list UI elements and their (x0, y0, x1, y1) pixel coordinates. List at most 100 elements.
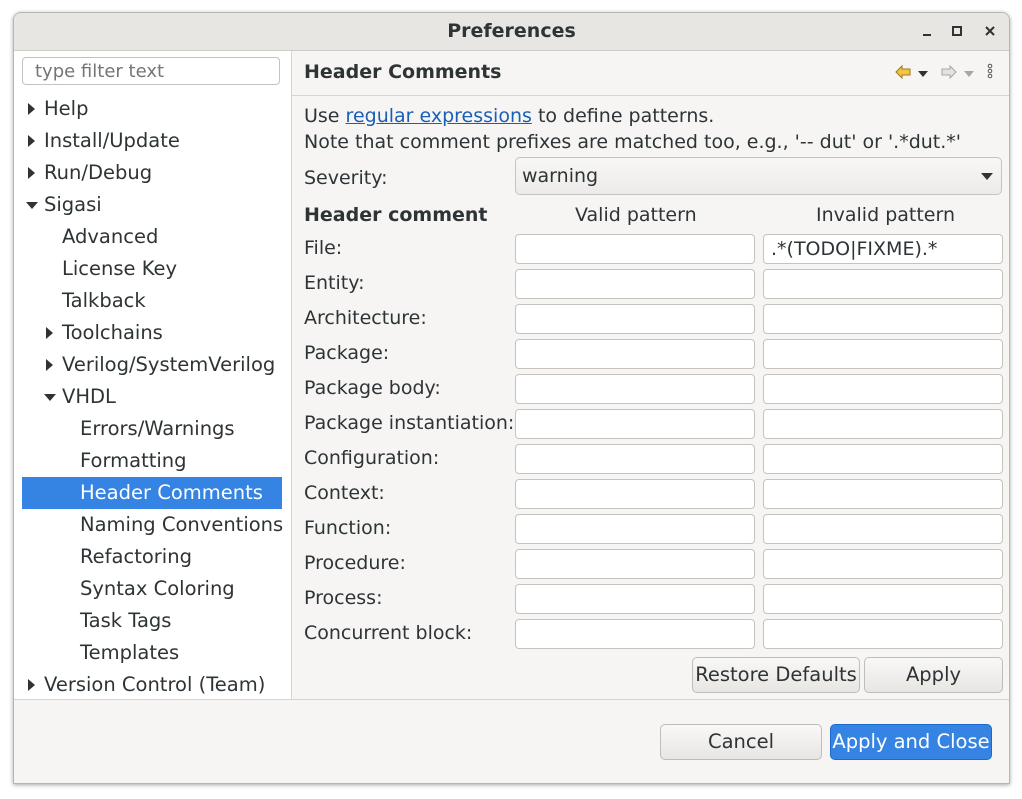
valid-pattern-input[interactable] (515, 549, 755, 579)
invalid-pattern-input[interactable] (763, 409, 1003, 439)
tree-item-version-control-team-[interactable]: Version Control (Team) (22, 669, 282, 701)
note-text: Note that comment prefixes are matched t… (304, 131, 962, 153)
footer-divider (14, 699, 1009, 700)
severity-select[interactable]: warning (515, 157, 1002, 195)
tree-item-label: Naming Conventions (80, 513, 284, 536)
row-label: Package instantiation: (304, 412, 515, 434)
valid-pattern-input[interactable] (515, 619, 755, 649)
tree-item-install-update[interactable]: Install/Update (22, 125, 282, 157)
tree-item-label: Formatting (80, 449, 187, 472)
close-icon[interactable] (978, 19, 1002, 43)
tree-item-refactoring[interactable]: Refactoring (22, 541, 282, 573)
invalid-pattern-input[interactable] (763, 374, 1003, 404)
row-label: Process: (304, 587, 383, 609)
tree-item-naming-conventions[interactable]: Naming Conventions (22, 509, 284, 541)
view-menu-icon[interactable] (987, 63, 993, 84)
tree-item-verilog-systemverilog[interactable]: Verilog/SystemVerilog (22, 349, 282, 381)
forward-arrow-icon[interactable] (941, 64, 957, 84)
tree-item-advanced[interactable]: Advanced (22, 221, 282, 253)
tree-item-formatting[interactable]: Formatting (22, 445, 282, 477)
expand-right-icon[interactable] (26, 93, 38, 125)
invalid-pattern-input[interactable] (763, 339, 1003, 369)
tree-item-label: Verilog/SystemVerilog (62, 353, 276, 376)
invalid-pattern-input[interactable] (763, 269, 1003, 299)
row-label: Architecture: (304, 307, 427, 329)
tree-item-task-tags[interactable]: Task Tags (22, 605, 282, 637)
valid-pattern-input[interactable] (515, 374, 755, 404)
row-label: File: (304, 237, 343, 259)
valid-pattern-input[interactable] (515, 234, 755, 264)
valid-pattern-input[interactable] (515, 584, 755, 614)
tree-item-label: Task Tags (80, 609, 172, 632)
chevron-down-icon (981, 173, 993, 180)
row-label: Package: (304, 342, 390, 364)
page-nav-toolbar (895, 63, 993, 84)
invalid-pattern-input[interactable] (763, 584, 1003, 614)
row-label: Concurrent block: (304, 622, 473, 644)
expand-right-icon[interactable] (26, 669, 38, 701)
tree-item-label: Templates (80, 641, 180, 664)
tree-item-label: Version Control (Team) (44, 673, 266, 696)
preference-page: Header Comments Use regular expressions … (292, 51, 1009, 699)
tree-item-label: Sigasi (44, 193, 102, 216)
back-arrow-icon[interactable] (895, 64, 911, 84)
tree-item-run-debug[interactable]: Run/Debug (22, 157, 282, 189)
valid-pattern-input[interactable] (515, 339, 755, 369)
back-dropdown-icon[interactable] (917, 64, 929, 84)
header-divider (292, 95, 1009, 96)
row-label: Configuration: (304, 447, 440, 469)
cancel-button[interactable]: Cancel (660, 724, 822, 760)
tree-item-label: Advanced (62, 225, 159, 248)
valid-pattern-input[interactable] (515, 269, 755, 299)
expand-right-icon[interactable] (26, 157, 38, 189)
valid-pattern-input[interactable] (515, 409, 755, 439)
invalid-pattern-input[interactable] (763, 619, 1003, 649)
tree-item-toolchains[interactable]: Toolchains (22, 317, 282, 349)
row-label: Function: (304, 517, 392, 539)
severity-value: warning (522, 165, 599, 187)
expand-down-icon[interactable] (44, 381, 56, 413)
page-title: Header Comments (304, 61, 502, 83)
tree-item-templates[interactable]: Templates (22, 637, 282, 669)
invalid-pattern-input[interactable]: .*(TODO|FIXME).* (763, 234, 1003, 264)
tree-item-label: Syntax Coloring (80, 577, 235, 600)
tree-item-sigasi[interactable]: Sigasi (22, 189, 282, 221)
row-label: Package body: (304, 377, 441, 399)
maximize-icon[interactable] (945, 19, 969, 43)
tree-item-label: Help (44, 97, 89, 120)
expand-right-icon[interactable] (26, 125, 38, 157)
tree-item-syntax-coloring[interactable]: Syntax Coloring (22, 573, 282, 605)
intro-text: Use regular expressions to define patter… (304, 103, 961, 155)
valid-pattern-input[interactable] (515, 304, 755, 334)
apply-and-close-button[interactable]: Apply and Close (830, 724, 992, 760)
forward-dropdown-icon[interactable] (963, 64, 975, 84)
valid-pattern-column-title: Valid pattern (575, 204, 697, 226)
valid-pattern-input[interactable] (515, 444, 755, 474)
valid-pattern-input[interactable] (515, 514, 755, 544)
title-bar[interactable]: Preferences (14, 13, 1009, 51)
tree-item-label: VHDL (62, 385, 116, 408)
invalid-pattern-input[interactable] (763, 304, 1003, 334)
tree-item-label: Run/Debug (44, 161, 153, 184)
regular-expressions-link[interactable]: regular expressions (346, 105, 532, 127)
tree-item-label: Talkback (62, 289, 146, 312)
tree-item-errors-warnings[interactable]: Errors/Warnings (22, 413, 282, 445)
invalid-pattern-input[interactable] (763, 479, 1003, 509)
expand-right-icon[interactable] (44, 317, 56, 349)
tree-item-help[interactable]: Help (22, 93, 282, 125)
filter-input[interactable] (22, 57, 280, 85)
invalid-pattern-input[interactable] (763, 514, 1003, 544)
tree-item-license-key[interactable]: License Key (22, 253, 282, 285)
apply-button[interactable]: Apply (864, 657, 1003, 693)
minimize-icon[interactable] (915, 19, 939, 43)
tree-item-vhdl[interactable]: VHDL (22, 381, 282, 413)
valid-pattern-input[interactable] (515, 479, 755, 509)
restore-defaults-button[interactable]: Restore Defaults (692, 657, 860, 693)
tree-item-talkback[interactable]: Talkback (22, 285, 282, 317)
expand-right-icon[interactable] (44, 349, 56, 381)
tree-item-header-comments[interactable]: Header Comments (22, 477, 282, 509)
expand-down-icon[interactable] (26, 189, 38, 221)
invalid-pattern-input[interactable] (763, 549, 1003, 579)
invalid-pattern-input[interactable] (763, 444, 1003, 474)
intro-suffix: to define patterns. (531, 105, 715, 127)
